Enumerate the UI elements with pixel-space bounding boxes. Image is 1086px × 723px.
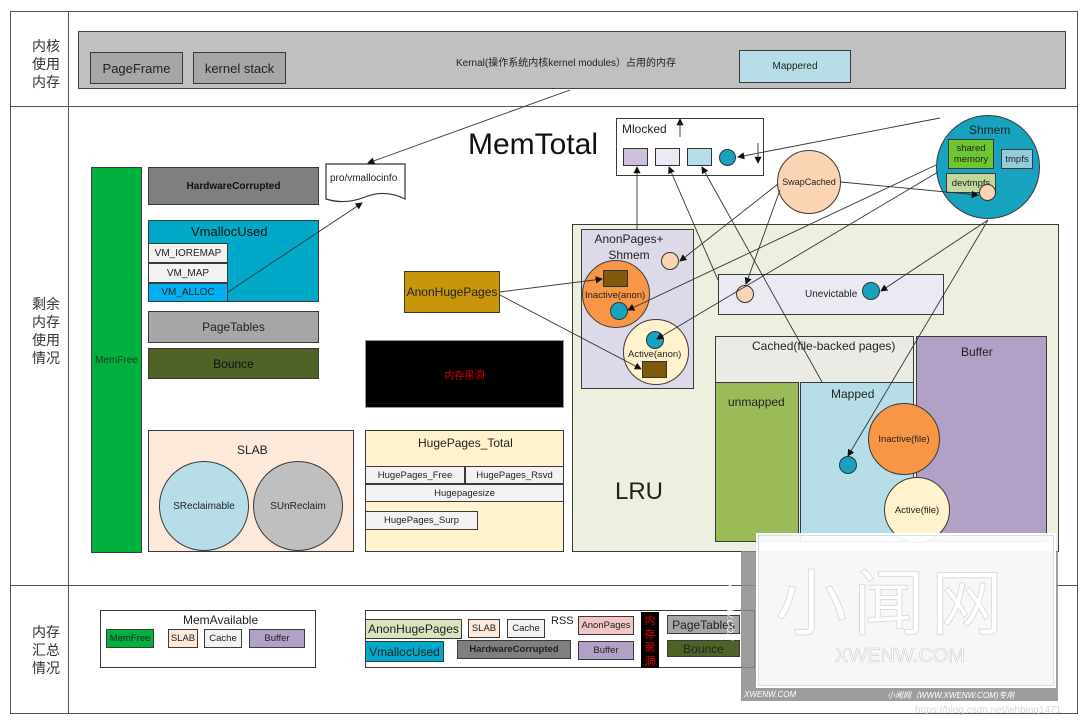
rss-black-hole: 内存黑洞 [641,612,659,668]
kernel-stack-box: kernel stack [193,52,286,84]
mem-available-buffer: Buffer [249,629,305,648]
label-line: 剩余 [32,297,60,313]
summary-row-label: 内存 汇总 情况 [28,624,64,678]
inactive-anon-label: Inactive(anon) [585,290,646,301]
tmpfs-box: tmpfs [1001,149,1033,169]
mem-available-box: MemAvailable MemFree SLAB Cache Buffer [100,610,316,668]
swap-cached-circle: SwapCached [777,150,841,214]
mlocked-blue-swatch [687,148,712,166]
row-divider-1 [10,106,1078,107]
watermark-big-text: 小闻网 [774,562,1010,647]
mem-available-slab: SLAB [168,629,198,648]
slab-title: SLAB [237,443,268,457]
sreclaimable-circle: SReclaimable [159,461,249,551]
cached-title: Cached(file-backed pages) [752,339,896,353]
mlocked-box: Mlocked [616,118,764,176]
slab-box: SLAB SReclaimable SUnReclaim [148,430,354,552]
kernel-description: Kernal(操作系统内核kernel modules）占用的内存 [456,58,677,69]
rss-buffer: Buffer [578,641,634,660]
sunreclaim-circle: SUnReclaim [253,461,343,551]
page-tables-box: PageTables [148,311,319,343]
rss-anon-huge-pages: AnonHugePages [365,619,462,639]
memfree-bar: MemFree [91,167,142,553]
label-line: 内存 [32,315,60,331]
mlocked-teal-dot [719,149,736,166]
shared-memory-box: shared memory [948,139,994,169]
watermark-site-text: XWENW.COM [835,645,966,668]
memory-black-hole-box: 内存黑洞 [365,340,564,408]
rss-label: RSS [551,615,574,627]
shmem-circle: Shmem shared memory tmpfs devtmpfs [936,115,1040,219]
label-line: 情况 [32,661,60,677]
mlocked-lavender-swatch [623,148,648,166]
anon-peach-dot [661,252,679,270]
rss-anon-pages: AnonPages [578,616,634,635]
unmapped-label: unmapped [728,395,785,409]
shmem-peach-dot [979,184,996,201]
label-line: 使用 [32,57,60,73]
vm-map-box: VM_MAP [148,263,228,283]
rss-bounce: Bounce [667,640,740,657]
unevictable-label: Unevictable [805,289,858,300]
vmalloc-used-title: VmallocUsed [191,224,268,239]
vmallocinfo-label: pro/vmallocinfo [330,173,398,184]
inactive-anon-teal-dot [610,302,628,320]
vmalloc-used-box: VmallocUsed VM_IOREMAP VM_MAP VM_ALLOC [148,220,319,302]
bounce-box: Bounce [148,348,319,379]
rss-vmalloc-used: VmallocUsed [365,641,444,662]
unmapped-box: unmapped [715,382,799,542]
rss-slab: SLAB [468,619,500,638]
mlocked-gray-swatch [655,148,680,166]
mapped-label: Mapped [831,387,875,401]
hugepages-rsvd-box: HugePages_Rsvd [465,466,564,484]
mem-available-cache: Cache [204,629,242,648]
hugepages-total-box: HugePages_Total HugePages_Free HugePages… [365,430,564,552]
rss-cache: Cache [507,619,545,638]
anon-huge-pages-box: AnonHugePages [404,271,500,313]
kernel-row-label: 内核 使用 内存 [28,38,64,92]
mem-available-title: MemAvailable [183,613,259,627]
unevictable-peach-dot [736,285,754,303]
shmem-title: Shmem [969,123,1011,137]
watermark-footer-right: 小闻网（WWW.XWENW.COM)专用 [887,691,1015,700]
mapped-teal-dot [839,456,857,474]
active-anon-hugepage-block [642,361,667,378]
hugepages-total-title: HugePages_Total [418,436,513,450]
inactive-anon-hugepage-block [603,270,628,287]
page-frame-box: PageFrame [90,52,183,84]
hugepages-free-box: HugePages_Free [365,466,465,484]
anon-pages-title: AnonPages+ Shmem [594,232,664,262]
remaining-row-label: 剩余 内存 使用 情况 [28,296,64,368]
rss-hardware-corrupted: HardwareCorrupted [457,640,571,659]
unevictable-teal-dot [862,282,880,300]
label-line: 汇总 [32,643,60,659]
memtotal-title: MemTotal [468,128,599,161]
label-column-divider [68,11,69,714]
mlocked-title: Mlocked [622,122,667,136]
hugepages-surp-box: HugePages_Surp [365,511,478,530]
watermark-footer-left: XWENW.COM [744,690,797,699]
inactive-file-circle: Inactive(file) [868,403,940,475]
vm-alloc-box: VM_ALLOC [148,283,228,302]
label-line: 内存 [32,75,60,91]
label-line: 使用 [32,333,60,349]
source-url-watermark: https://blog.csdn.net/whbing1471 [915,705,1062,716]
buffer-label: Buffer [961,345,993,359]
mem-available-memfree: MemFree [106,629,154,648]
hugepagesize-box: Hugepagesize [365,484,564,502]
lru-title: LRU [615,478,664,505]
rss-black-hole-text: 内存黑洞 [644,614,656,668]
active-anon-teal-dot [646,331,664,349]
label-line: 内核 [32,39,60,55]
watermark-side-text: XWENW.COM [725,582,735,641]
active-anon-label: Active(anon) [628,349,682,360]
vm-ioremap-box: VM_IOREMAP [148,243,228,263]
label-line: 情况 [32,351,60,367]
label-line: 内存 [32,625,60,641]
hardware-corrupted-box: HardwareCorrupted [148,167,319,205]
mappered-box: Mappered [739,50,851,83]
